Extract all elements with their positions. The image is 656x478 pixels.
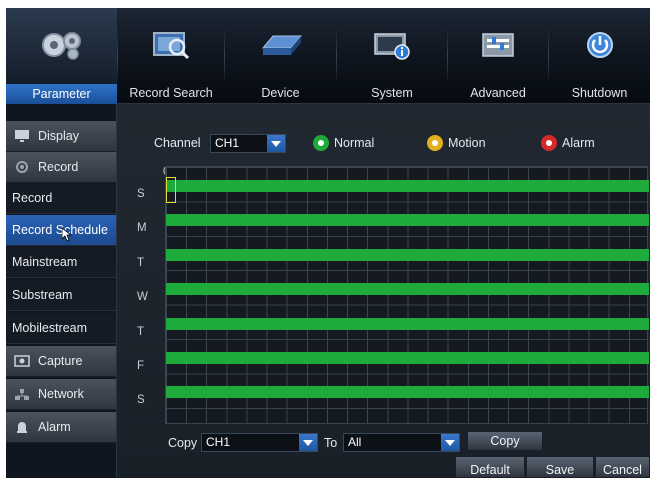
menu-record-search-label: Record Search — [129, 86, 213, 100]
legend-alarm-label: Alarm — [562, 136, 595, 150]
channel-select-value: CH1 — [215, 136, 240, 150]
sidebar-item-label: Mainstream — [12, 255, 78, 269]
sidebar-item-capture[interactable]: Capture — [6, 346, 116, 377]
menu-system-label: System — [371, 86, 413, 100]
sidebar-item-label: Substream — [12, 288, 73, 302]
day-label: F — [137, 360, 145, 372]
menu-parameter[interactable]: Parameter — [6, 8, 117, 104]
day-label: T — [137, 256, 145, 269]
legend-normal-label: Normal — [334, 136, 375, 150]
sidebar-item-record-group[interactable]: Record — [6, 152, 116, 183]
legend-alarm-icon — [541, 135, 557, 151]
sidebar-item-label: Mobilestream — [12, 321, 88, 335]
day-label: T — [137, 325, 145, 338]
sidebar-item-substream[interactable]: Substream — [6, 280, 116, 311]
gears-icon — [41, 32, 81, 60]
legend-motion-icon — [427, 135, 443, 151]
dvr-window: Parameter Record Search Device System Ad… — [6, 8, 650, 478]
network-icon — [15, 389, 29, 400]
copy-from-select[interactable]: CH1 — [201, 433, 318, 452]
sidebar-item-record[interactable]: Record — [6, 183, 116, 214]
menu-record-search[interactable]: Record Search — [118, 8, 224, 104]
menu-device[interactable]: Device — [225, 8, 336, 104]
sidebar-item-label: Network — [38, 387, 84, 401]
copy-from-value: CH1 — [206, 435, 231, 449]
record-settings-icon — [16, 161, 28, 173]
menu-system[interactable]: System — [337, 8, 447, 104]
to-label: To — [324, 436, 338, 450]
schedule-bar[interactable] — [166, 386, 649, 399]
channel-label: Channel — [154, 136, 201, 150]
sidebar-item-label: Display — [38, 129, 79, 143]
chevron-down-icon — [441, 434, 459, 451]
power-icon — [586, 32, 613, 58]
schedule-bar[interactable] — [166, 214, 649, 227]
selected-cell — [166, 177, 176, 203]
schedule-bar[interactable] — [166, 283, 649, 296]
sidebar-item-mobilestream[interactable]: Mobilestream — [6, 313, 116, 344]
alarm-icon — [17, 422, 27, 433]
copy-to-select[interactable]: All — [343, 433, 460, 452]
advanced-settings-icon — [482, 33, 514, 57]
day-label: M — [137, 222, 147, 235]
record-schedule-panel: Channel CH1 Normal Motion Alarm 02468101… — [117, 104, 650, 478]
chevron-down-icon — [267, 135, 285, 152]
schedule-bar[interactable] — [166, 317, 649, 330]
mouse-cursor-icon — [62, 228, 72, 242]
copy-label: Copy — [168, 436, 198, 450]
top-menu: Parameter Record Search Device System Ad… — [6, 8, 650, 104]
sidebar-item-label: Record — [38, 160, 79, 174]
copy-button[interactable]: Copy — [467, 431, 543, 451]
sidebar-item-label: Capture — [38, 354, 83, 368]
sidebar: Display Record Record Record Schedule Ma… — [6, 104, 117, 478]
menu-shutdown[interactable]: Shutdown — [549, 8, 650, 104]
cancel-button[interactable]: Cancel — [595, 456, 650, 478]
schedule-bar[interactable] — [166, 180, 649, 192]
record-search-icon — [153, 32, 190, 60]
sidebar-item-alarm[interactable]: Alarm — [6, 412, 116, 443]
sidebar-item-mainstream[interactable]: Mainstream — [6, 247, 116, 278]
sidebar-item-label: Alarm — [38, 420, 71, 434]
sidebar-item-record-schedule[interactable]: Record Schedule — [6, 215, 116, 246]
schedule-grid[interactable] — [165, 166, 649, 424]
hard-drive-icon — [261, 35, 302, 55]
copy-to-value: All — [348, 435, 362, 449]
menu-advanced[interactable]: Advanced — [448, 8, 548, 104]
sidebar-item-label: Record — [12, 191, 53, 205]
sidebar-item-label: Record Schedule — [12, 223, 108, 237]
menu-advanced-label: Advanced — [470, 86, 526, 100]
menu-parameter-label: Parameter — [6, 84, 117, 104]
legend-normal-icon — [313, 135, 329, 151]
save-button[interactable]: Save — [526, 456, 594, 478]
system-info-icon — [374, 33, 410, 60]
sidebar-item-network[interactable]: Network — [6, 379, 116, 410]
chevron-down-icon — [299, 434, 317, 451]
menu-device-label: Device — [261, 86, 300, 100]
schedule-bar[interactable] — [166, 352, 649, 364]
schedule-bar[interactable] — [166, 248, 649, 261]
default-button[interactable]: Default — [455, 456, 525, 478]
monitor-icon — [15, 130, 29, 142]
day-label: W — [137, 291, 148, 304]
legend-motion-label: Motion — [448, 136, 486, 150]
channel-select[interactable]: CH1 — [210, 134, 286, 153]
day-label: S — [137, 188, 145, 200]
day-label: S — [137, 394, 145, 407]
menu-shutdown-label: Shutdown — [571, 86, 628, 100]
capture-icon — [14, 355, 30, 367]
sidebar-item-display[interactable]: Display — [6, 121, 116, 152]
